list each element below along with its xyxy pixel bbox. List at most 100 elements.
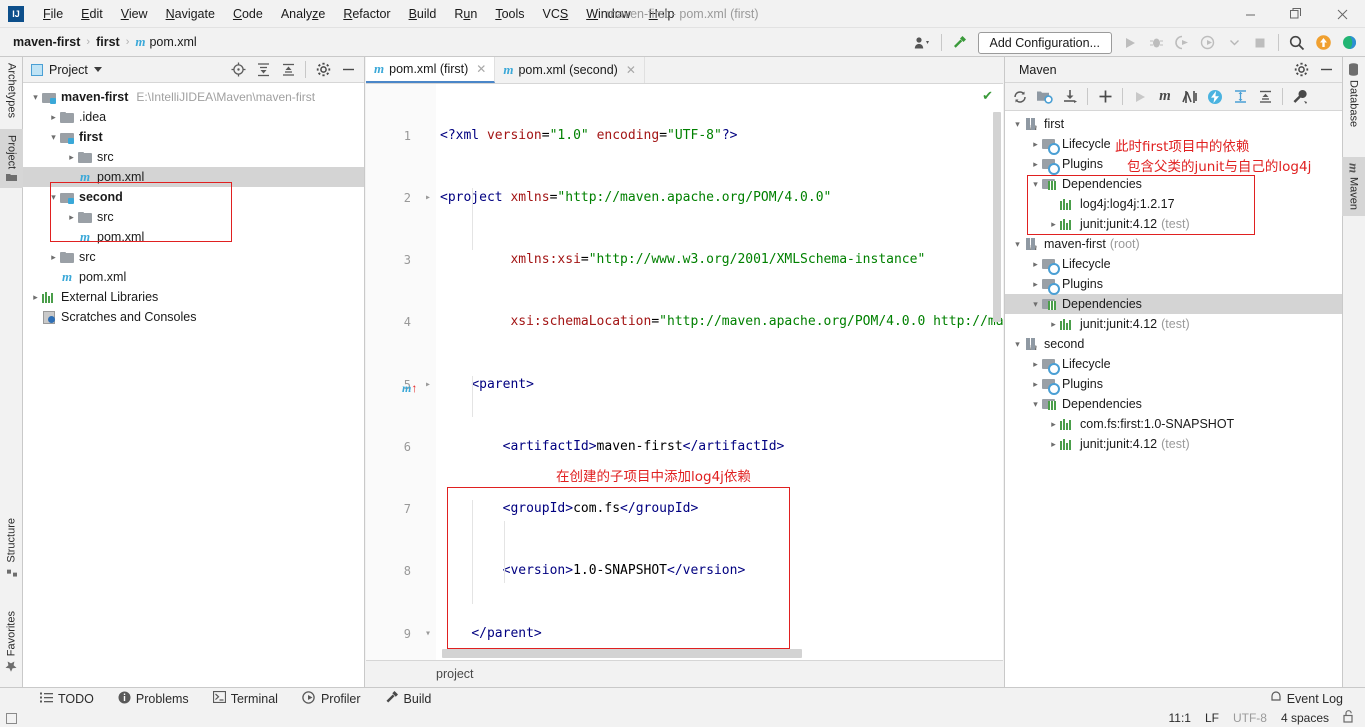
file-encoding[interactable]: UTF-8 bbox=[1233, 711, 1267, 725]
hammer-icon[interactable] bbox=[948, 31, 972, 55]
run-icon[interactable] bbox=[1128, 85, 1152, 109]
gear-icon[interactable] bbox=[311, 58, 335, 82]
unlocked-icon[interactable] bbox=[1343, 710, 1355, 726]
chevron-right-icon[interactable]: ▸ bbox=[29, 292, 42, 303]
menu-refactor[interactable]: Refactor bbox=[334, 4, 399, 24]
stop-icon[interactable] bbox=[1248, 31, 1272, 55]
event-log-button[interactable]: Event Log bbox=[1258, 688, 1355, 710]
menu-build[interactable]: Build bbox=[400, 4, 446, 24]
maven-row-second-junit[interactable]: ▸ junit:junit:4.12 (test) bbox=[1005, 434, 1342, 454]
hide-panel-icon[interactable] bbox=[1314, 58, 1338, 82]
code-editor[interactable]: 1 <?xml version="1.0" encoding="UTF-8"?> … bbox=[366, 84, 1003, 660]
chevron-right-icon[interactable]: ▸ bbox=[65, 212, 78, 223]
tree-row-second[interactable]: ▾ second bbox=[23, 187, 364, 207]
chevron-right-icon[interactable]: ▸ bbox=[1029, 379, 1042, 390]
chevron-right-icon[interactable]: ▸ bbox=[1047, 419, 1060, 430]
settings-wrench-icon[interactable] bbox=[1288, 85, 1312, 109]
chevron-right-icon[interactable]: ▸ bbox=[1047, 319, 1060, 330]
chevron-down-icon[interactable]: ▾ bbox=[1029, 299, 1042, 310]
maven-row-log4j[interactable]: log4j:log4j:1.2.17 bbox=[1005, 194, 1342, 214]
debug-icon[interactable] bbox=[1144, 31, 1168, 55]
run-icon[interactable] bbox=[1118, 31, 1142, 55]
chevron-down-icon[interactable]: ▾ bbox=[1011, 119, 1024, 130]
maven-row-root-plugins[interactable]: ▸ Plugins bbox=[1005, 274, 1342, 295]
breadcrumb-item-module[interactable]: first bbox=[93, 34, 123, 50]
chevron-right-icon[interactable]: ▸ bbox=[47, 112, 60, 123]
menu-run[interactable]: Run bbox=[445, 4, 486, 24]
menu-file[interactable]: File bbox=[34, 4, 72, 24]
tree-row-first-src[interactable]: ▸ src bbox=[23, 147, 364, 167]
tree-row-scratches[interactable]: Scratches and Consoles bbox=[23, 307, 364, 327]
search-icon[interactable] bbox=[1285, 31, 1309, 55]
collapse-all-icon[interactable] bbox=[1253, 85, 1277, 109]
add-configuration-button[interactable]: Add Configuration... bbox=[977, 31, 1112, 54]
tree-row-external-libraries[interactable]: ▸ External Libraries bbox=[23, 287, 364, 307]
menu-edit[interactable]: Edit bbox=[72, 4, 112, 24]
line-separator[interactable]: LF bbox=[1205, 711, 1219, 725]
close-button[interactable] bbox=[1319, 0, 1365, 28]
chevron-right-icon[interactable]: ▸ bbox=[65, 152, 78, 163]
menu-vcs[interactable]: VCS bbox=[534, 4, 578, 24]
editor-tab-pom-first[interactable]: m pom.xml (first) ✕ bbox=[366, 57, 496, 83]
maven-gutter-icon[interactable]: m↑ bbox=[402, 378, 417, 399]
chevron-down-icon[interactable] bbox=[93, 67, 102, 72]
tree-row-first-pom[interactable]: m pom.xml bbox=[23, 167, 364, 187]
sidebar-tab-archetypes[interactable]: Archetypes bbox=[0, 57, 23, 124]
maven-row-second[interactable]: ▾ m second bbox=[1005, 334, 1342, 354]
sidebar-tab-project[interactable]: Project bbox=[0, 129, 23, 189]
maven-row-first[interactable]: ▾ m first bbox=[1005, 114, 1342, 134]
toggle-skip-tests-icon[interactable] bbox=[1178, 85, 1202, 109]
maven-row-maven-first-root[interactable]: ▾ m maven-first (root) bbox=[1005, 234, 1342, 254]
add-icon[interactable] bbox=[1093, 85, 1117, 109]
caret-position[interactable]: 11:1 bbox=[1168, 711, 1190, 725]
chevron-right-icon[interactable]: ▸ bbox=[47, 252, 60, 263]
maven-row-root-dependencies[interactable]: ▾ Dependencies bbox=[1005, 294, 1342, 314]
chevron-right-icon[interactable]: ▸ bbox=[1029, 259, 1042, 270]
profile-icon[interactable] bbox=[1196, 31, 1220, 55]
bottom-tab-profiler[interactable]: Profiler bbox=[290, 688, 373, 710]
tree-row-root-pom[interactable]: m pom.xml bbox=[23, 267, 364, 287]
maven-row-second-plugins[interactable]: ▸ Plugins bbox=[1005, 374, 1342, 395]
chevron-right-icon[interactable]: ▸ bbox=[1047, 219, 1060, 230]
sidebar-tab-maven[interactable]: m Maven bbox=[1342, 157, 1365, 217]
expand-all-icon[interactable] bbox=[251, 58, 275, 82]
sidebar-tab-structure[interactable]: Structure bbox=[0, 512, 23, 583]
maven-row-first-dependencies[interactable]: ▾ Dependencies bbox=[1005, 174, 1342, 194]
breadcrumb-item-file[interactable]: m pom.xml bbox=[132, 33, 199, 51]
chevron-down-icon[interactable] bbox=[1222, 31, 1246, 55]
generate-sources-icon[interactable] bbox=[1033, 85, 1057, 109]
execute-maven-goal-icon[interactable]: m bbox=[1153, 85, 1177, 109]
chevron-down-icon[interactable]: ▾ bbox=[1029, 179, 1042, 190]
locate-icon[interactable] bbox=[226, 58, 250, 82]
tree-row-root-src[interactable]: ▸ src bbox=[23, 247, 364, 267]
editor-tab-pom-second[interactable]: m pom.xml (second) ✕ bbox=[495, 57, 645, 83]
tree-row-second-pom[interactable]: m pom.xml bbox=[23, 227, 364, 247]
user-avatar-icon[interactable] bbox=[911, 31, 935, 55]
chevron-right-icon[interactable]: ▸ bbox=[1029, 159, 1042, 170]
editor-horizontal-scrollbar[interactable] bbox=[442, 649, 802, 658]
inspection-status-icon[interactable]: ✔ bbox=[982, 88, 993, 104]
menu-view[interactable]: View bbox=[112, 4, 157, 24]
download-sources-icon[interactable] bbox=[1058, 85, 1082, 109]
tree-row-maven-first[interactable]: ▾ maven-first E:\IntelliJIDEA\Maven\mave… bbox=[23, 87, 364, 107]
menu-navigate[interactable]: Navigate bbox=[157, 4, 224, 24]
tree-row-second-src[interactable]: ▸ src bbox=[23, 207, 364, 227]
maven-row-second-lifecycle[interactable]: ▸ Lifecycle bbox=[1005, 354, 1342, 375]
layout-icon[interactable] bbox=[3, 709, 17, 724]
chevron-down-icon[interactable]: ▾ bbox=[1029, 399, 1042, 410]
expand-all-icon[interactable] bbox=[1228, 85, 1252, 109]
bottom-tab-problems[interactable]: Problems bbox=[106, 688, 201, 710]
menu-help[interactable]: Help bbox=[640, 4, 684, 24]
update-project-icon[interactable] bbox=[1311, 31, 1335, 55]
chevron-right-icon[interactable]: ▸ bbox=[1029, 279, 1042, 290]
breadcrumb-item-project[interactable]: maven-first bbox=[10, 34, 83, 50]
indent-setting[interactable]: 4 spaces bbox=[1281, 711, 1329, 725]
maven-row-root-junit[interactable]: ▸ junit:junit:4.12 (test) bbox=[1005, 314, 1342, 334]
idea-logo-icon[interactable] bbox=[1337, 31, 1361, 55]
maven-row-second-dependencies[interactable]: ▾ Dependencies bbox=[1005, 394, 1342, 414]
menu-window[interactable]: Window bbox=[577, 4, 639, 24]
hide-panel-icon[interactable] bbox=[336, 58, 360, 82]
collapse-all-icon[interactable] bbox=[276, 58, 300, 82]
bottom-tab-build[interactable]: Build bbox=[373, 688, 444, 710]
gear-icon[interactable] bbox=[1289, 58, 1313, 82]
